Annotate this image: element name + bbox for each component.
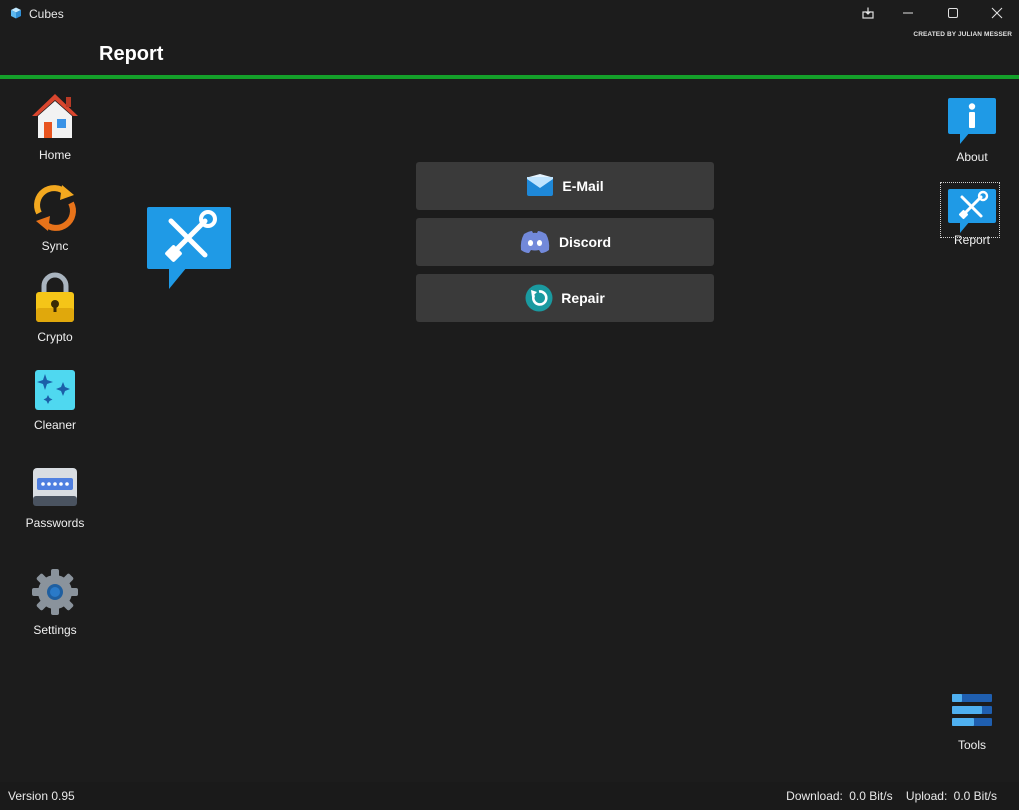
nav-label-tools: Tools <box>957 738 986 752</box>
info-icon <box>948 98 996 144</box>
close-icon <box>991 7 1003 19</box>
page-title: Report <box>99 43 164 65</box>
discord-button[interactable]: Discord <box>416 218 714 266</box>
download-label: Download: <box>786 789 843 803</box>
home-icon <box>32 94 78 138</box>
maximize-button[interactable] <box>931 0 975 26</box>
nav-item-passwords[interactable]: Passwords <box>10 466 100 530</box>
report-large-icon <box>147 207 231 289</box>
gear-icon <box>32 569 78 615</box>
nav-item-report[interactable]: Report <box>927 182 1017 247</box>
sparkle-icon <box>35 370 75 410</box>
network-stats: Download: 0.0 Bit/s Upload: 0.0 Bit/s <box>783 789 997 803</box>
email-button-label: E-Mail <box>562 178 604 194</box>
discord-icon <box>520 231 550 253</box>
nav-item-crypto[interactable]: Crypto <box>10 272 100 344</box>
repair-button-label: Repair <box>561 290 605 306</box>
report-icon <box>948 189 996 233</box>
lock-icon <box>36 272 74 322</box>
nav-label-home: Home <box>38 148 71 162</box>
title-bar: Cubes <box>0 0 1019 28</box>
nav-label-crypto: Crypto <box>37 330 73 344</box>
minimize-icon <box>903 12 913 14</box>
close-button[interactable] <box>975 0 1019 26</box>
credit-text: CREATED BY JULIAN MESSER <box>913 31 1012 38</box>
upload-label: Upload: <box>905 789 948 803</box>
version-label: Version 0.95 <box>8 789 75 803</box>
nav-label-about: About <box>956 150 988 164</box>
upload-value: 0.0 Bit/s <box>953 789 997 803</box>
sync-icon <box>34 185 76 231</box>
nav-label-settings: Settings <box>33 623 77 637</box>
nav-label-cleaner: Cleaner <box>33 418 77 432</box>
nav-label-sync: Sync <box>41 239 69 253</box>
window-title: Cubes <box>29 7 64 21</box>
nav-label-passwords: Passwords <box>25 516 85 530</box>
accent-divider <box>0 75 1019 79</box>
nav-item-about[interactable]: About <box>927 98 1017 164</box>
cube-icon <box>11 7 21 19</box>
repair-button[interactable]: Repair <box>416 274 714 322</box>
nav-item-home[interactable]: Home <box>10 92 100 162</box>
download-icon <box>862 7 874 19</box>
download-value: 0.0 Bit/s <box>849 789 893 803</box>
nav-item-settings[interactable]: Settings <box>10 567 100 637</box>
nav-item-sync[interactable]: Sync <box>10 183 100 253</box>
email-button[interactable]: E-Mail <box>416 162 714 210</box>
discord-button-label: Discord <box>558 234 612 250</box>
tools-icon <box>952 694 992 726</box>
repair-icon <box>525 284 553 312</box>
maximize-icon <box>948 8 958 18</box>
minimize-button[interactable] <box>886 0 930 26</box>
nav-item-cleaner[interactable]: Cleaner <box>10 368 100 432</box>
nav-item-tools[interactable]: Tools <box>927 692 1017 752</box>
mail-icon <box>527 174 554 196</box>
password-icon <box>33 468 77 506</box>
download-update-button[interactable] <box>846 0 890 26</box>
